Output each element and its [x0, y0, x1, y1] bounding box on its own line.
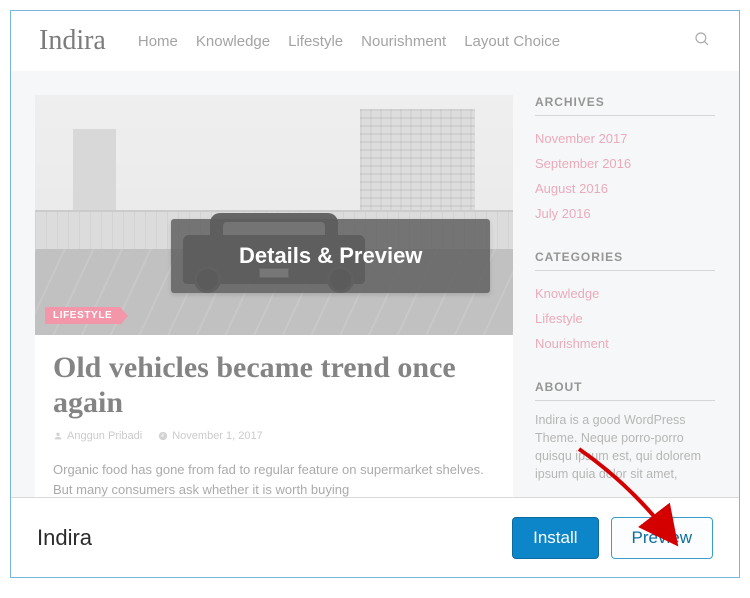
post-hero-image: LIFESTYLE	[35, 95, 513, 335]
site-header: Indira Home Knowledge Lifestyle Nourishm…	[11, 11, 739, 71]
user-icon	[53, 431, 63, 441]
site-title: Indira	[39, 25, 106, 57]
sidebar: ARCHIVES November 2017 September 2016 Au…	[535, 95, 715, 499]
archive-link[interactable]: August 2016	[535, 176, 715, 201]
theme-screenshot[interactable]: Indira Home Knowledge Lifestyle Nourishm…	[11, 11, 739, 499]
author-meta: Anggun Pribadi	[53, 430, 142, 442]
primary-nav: Home Knowledge Lifestyle Nourishment Lay…	[138, 33, 560, 50]
install-button[interactable]: Install	[512, 517, 598, 559]
post-meta: Anggun Pribadi November 1, 2017	[53, 430, 495, 442]
nav-item[interactable]: Knowledge	[196, 33, 270, 50]
categories-widget: CATEGORIES Knowledge Lifestyle Nourishme…	[535, 250, 715, 356]
archive-link[interactable]: September 2016	[535, 151, 715, 176]
clock-icon	[158, 431, 168, 441]
archive-link[interactable]: November 2017	[535, 126, 715, 151]
post-category-tag[interactable]: LIFESTYLE	[45, 307, 120, 324]
main-column: LIFESTYLE Old vehicles became trend once…	[35, 95, 513, 499]
theme-name: Indira	[37, 525, 92, 551]
nav-item[interactable]: Nourishment	[361, 33, 446, 50]
preview-button[interactable]: Preview	[611, 517, 713, 559]
post-excerpt: Organic food has gone from fad to regula…	[53, 460, 495, 499]
about-text: Indira is a good WordPress Theme. Neque …	[535, 411, 715, 484]
post-title: Old vehicles became trend once again	[53, 351, 495, 420]
theme-actions-bar: Indira Install Preview	[11, 497, 739, 577]
archives-widget: ARCHIVES November 2017 September 2016 Au…	[535, 95, 715, 226]
nav-item[interactable]: Home	[138, 33, 178, 50]
widget-title: CATEGORIES	[535, 250, 715, 271]
date-meta: November 1, 2017	[158, 430, 263, 442]
archive-link[interactable]: July 2016	[535, 201, 715, 226]
theme-card: Indira Home Knowledge Lifestyle Nourishm…	[10, 10, 740, 578]
nav-item[interactable]: Layout Choice	[464, 33, 560, 50]
search-icon[interactable]	[693, 30, 711, 53]
post-card: Old vehicles became trend once again Ang…	[35, 335, 513, 499]
widget-title: ARCHIVES	[535, 95, 715, 116]
category-link[interactable]: Lifestyle	[535, 306, 715, 331]
details-preview-overlay[interactable]: Details & Preview	[171, 219, 490, 293]
widget-title: ABOUT	[535, 380, 715, 401]
category-link[interactable]: Knowledge	[535, 281, 715, 306]
category-link[interactable]: Nourishment	[535, 331, 715, 356]
about-widget: ABOUT Indira is a good WordPress Theme. …	[535, 380, 715, 484]
nav-item[interactable]: Lifestyle	[288, 33, 343, 50]
